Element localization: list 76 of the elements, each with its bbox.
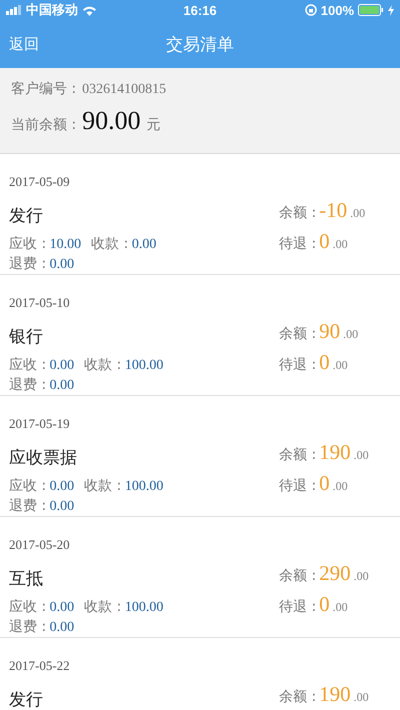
- pending-refund-amount: 0: [319, 229, 330, 254]
- charging-icon: [388, 4, 394, 16]
- pending-refund-label: 待退 :: [279, 477, 316, 495]
- balance-label: 余额 :: [279, 446, 316, 464]
- refund-fee-label: 退费 :: [9, 498, 46, 514]
- balance-amount: 90: [319, 319, 340, 344]
- receivable-amount: 0.00: [50, 358, 74, 373]
- receivable-amount: 0.00: [50, 479, 74, 494]
- received-amount: 0.00: [132, 237, 156, 252]
- received-label: 收款 :: [91, 236, 128, 252]
- refund-fee-label: 退费 :: [9, 377, 46, 393]
- back-link[interactable]: 返回: [9, 34, 39, 54]
- rotation-lock-icon: [304, 4, 317, 16]
- balance-amount: 290: [319, 561, 351, 586]
- transaction-type: 发行: [9, 689, 44, 710]
- received-label: 收款 :: [84, 478, 122, 494]
- currency-unit: 元: [146, 116, 161, 134]
- clock-time: 16:16: [183, 2, 217, 18]
- transaction-date: 2017-05-20: [9, 537, 71, 553]
- pending-refund-label: 待退 :: [279, 356, 316, 374]
- received-label: 收款 :: [84, 357, 122, 373]
- carrier-name: 中国移动: [26, 2, 78, 19]
- current-balance: 90.00: [82, 106, 141, 136]
- received-amount: 100.00: [124, 479, 164, 494]
- pending-refund-label: 待退 :: [279, 235, 316, 253]
- refund-fee-amount: 0.00: [50, 499, 74, 514]
- refund-fee-label: 退费 :: [9, 256, 46, 272]
- pending-refund-label: 待退 :: [279, 598, 316, 616]
- refund-fee-label: 退费 :: [9, 619, 46, 635]
- transaction-date: 2017-05-22: [9, 658, 71, 674]
- page-title: 交易清单: [166, 34, 234, 56]
- balance-label: 当前余额 :: [11, 116, 76, 134]
- pending-refund-decimals: .00: [332, 600, 348, 615]
- received-label: 收款 :: [84, 599, 122, 615]
- received-amount: 100.00: [124, 358, 164, 373]
- balance-label: 余额 :: [279, 688, 316, 706]
- receivable-label: 应收 :: [9, 599, 46, 615]
- balance-label: 余额 :: [279, 204, 316, 222]
- transaction-type: 应收票据: [9, 447, 78, 469]
- balance-label: 余额 :: [279, 325, 316, 343]
- pending-refund-decimals: .00: [332, 479, 348, 494]
- pending-refund-amount: 0: [319, 350, 330, 375]
- balance-decimals: .00: [354, 448, 369, 463]
- battery-icon: [358, 4, 384, 16]
- transaction-date: 2017-05-09: [9, 174, 71, 190]
- battery-percent: 100%: [320, 2, 354, 18]
- wifi-icon: [82, 4, 97, 16]
- signal-icon: [6, 5, 22, 15]
- transaction-date: 2017-05-10: [9, 295, 71, 311]
- receivable-label: 应收 :: [9, 236, 46, 252]
- balance-decimals: .00: [354, 569, 369, 584]
- receivable-label: 应收 :: [9, 478, 46, 494]
- balance-amount: 190: [319, 682, 351, 707]
- received-amount: 100.00: [124, 600, 164, 615]
- transaction-type: 互抵: [9, 568, 44, 590]
- receivable-label: 应收 :: [9, 357, 46, 373]
- transaction-type: 银行: [9, 326, 44, 348]
- transaction-type: 发行: [9, 205, 44, 227]
- balance-decimals: .00: [350, 206, 366, 221]
- receivable-amount: 0.00: [50, 600, 74, 615]
- pending-refund-decimals: .00: [332, 237, 348, 252]
- customer-id: 032614100815: [82, 82, 166, 98]
- pending-refund-decimals: .00: [332, 358, 348, 373]
- balance-decimals: .00: [354, 690, 369, 705]
- pending-refund-amount: 0: [319, 471, 330, 496]
- refund-fee-amount: 0.00: [50, 378, 74, 393]
- balance-amount: 190: [319, 440, 351, 465]
- refund-fee-amount: 0.00: [50, 620, 74, 635]
- receivable-amount: 10.00: [50, 237, 82, 252]
- balance-decimals: .00: [343, 327, 358, 342]
- balance-label: 余额 :: [279, 567, 316, 585]
- customer-id-label: 客户编号 :: [11, 80, 76, 98]
- pending-refund-amount: 0: [319, 592, 330, 617]
- balance-amount: -10: [319, 198, 348, 223]
- refund-fee-amount: 0.00: [50, 257, 74, 272]
- transaction-date: 2017-05-19: [9, 416, 71, 432]
